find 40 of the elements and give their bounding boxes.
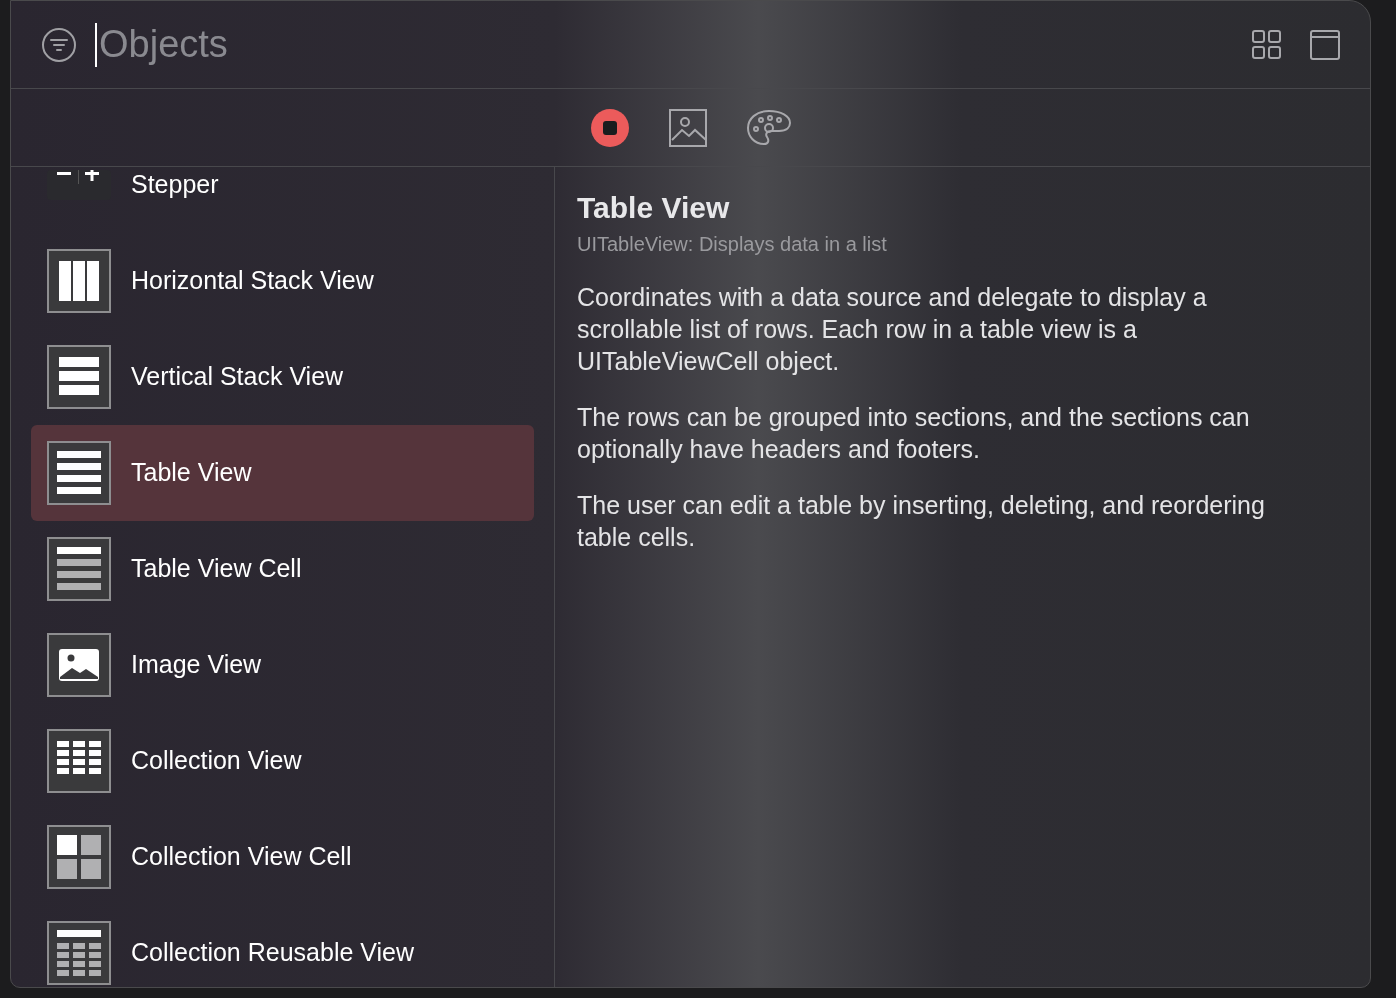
squares-icon (47, 825, 111, 889)
object-name: Collection Reusable View (131, 937, 415, 969)
grid-icon (47, 729, 111, 793)
object-name: Collection View Cell (131, 841, 352, 873)
image-icon (47, 633, 111, 697)
object-name: Image View (131, 649, 262, 681)
object-list-item[interactable]: Horizontal Stack View (31, 233, 534, 329)
window-icon[interactable] (1310, 29, 1340, 60)
object-list-item[interactable]: Table View (31, 425, 534, 521)
description-paragraph: The rows can be grouped into sections, and the sections can optionally have headers and footers. (577, 401, 1251, 465)
objects-tab[interactable] (589, 107, 630, 148)
rows-icon (47, 345, 111, 409)
object-name: Collection View (131, 745, 302, 777)
list-icon (47, 537, 111, 601)
object-name: Stepper (131, 169, 219, 201)
object-name: Table View Cell (131, 553, 302, 585)
object-list-item[interactable]: Image View (31, 617, 534, 713)
object-name: Vertical Stack View (131, 361, 344, 393)
filter-icon[interactable] (41, 26, 77, 63)
object-list-item[interactable]: Vertical Stack View (31, 329, 534, 425)
description-paragraph: The user can edit a table by inserting, deleting, and reordering table cells. (577, 489, 1266, 553)
grid-view-icon[interactable] (1252, 29, 1282, 60)
object-list-item[interactable]: Collection View Cell (31, 809, 534, 905)
columns-icon (47, 249, 111, 313)
stepper-icon (47, 170, 111, 200)
grid-icon (47, 921, 111, 985)
detail-subtitle: UITableView: Displays data in a list (577, 231, 888, 257)
search-field[interactable]: Objects (99, 16, 1252, 73)
palette-tab[interactable] (745, 108, 792, 147)
object-name: Table View (131, 457, 252, 489)
description-paragraph: Coordinates with a data source and delegate to display a scrollable list of rows. Each row in a table view is a UITableViewCell object. (577, 281, 1208, 377)
object-list-item[interactable]: Stepper (31, 167, 534, 233)
object-list-item[interactable]: Table View Cell (31, 521, 534, 617)
list-icon (47, 441, 111, 505)
object-list-item[interactable]: Collection Reusable View (31, 905, 534, 987)
text-cursor (95, 22, 97, 67)
detail-title: Table View (577, 190, 731, 226)
image-tab[interactable] (667, 107, 708, 148)
object-list-item[interactable]: Collection View (31, 713, 534, 809)
object-name: Horizontal Stack View (131, 265, 374, 297)
